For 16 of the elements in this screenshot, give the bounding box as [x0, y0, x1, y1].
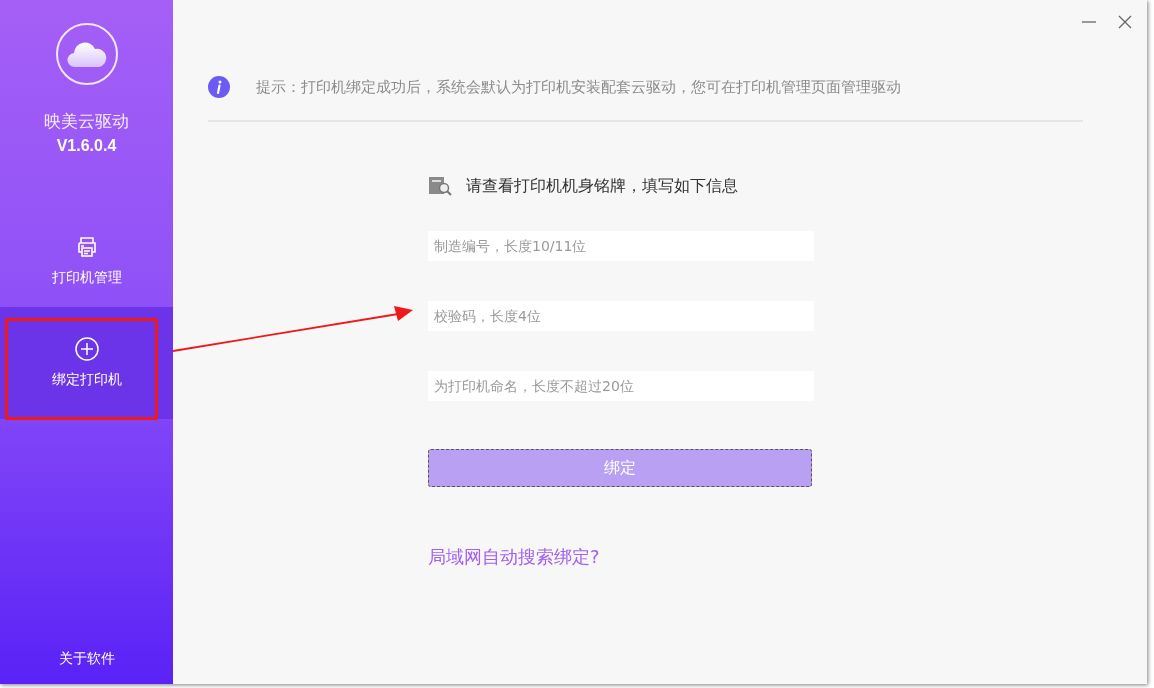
- form-heading: 请查看打印机机身铭牌，填写如下信息: [466, 175, 738, 197]
- cloud-logo-icon: [55, 23, 118, 85]
- input-field[interactable]: 制造编号，长度10/11位: [428, 231, 814, 261]
- document-search-icon: [428, 176, 452, 196]
- info-icon: [208, 76, 230, 98]
- plus-circle-icon: [74, 337, 99, 361]
- sidebar-nav-item[interactable]: 绑定打印机: [0, 307, 173, 419]
- minimize-icon: [1082, 21, 1096, 23]
- input-field[interactable]: 校验码，长度4位: [428, 301, 814, 331]
- sidebar-nav-item[interactable]: 打印机管理: [0, 215, 173, 307]
- app-version: V1.6.0.4: [56, 137, 117, 155]
- app-name: 映美云驱动: [44, 110, 129, 133]
- notice-text: 提示：打印机绑定成功后，系统会默认为打印机安装配套云驱动，您可在打印机管理页面管理驱动: [256, 77, 901, 97]
- lan-search-link[interactable]: 局域网自动搜索绑定?: [428, 545, 814, 569]
- input-field[interactable]: 为打印机命名，长度不超过20位: [428, 371, 814, 401]
- about-link[interactable]: 关于软件: [58, 650, 115, 668]
